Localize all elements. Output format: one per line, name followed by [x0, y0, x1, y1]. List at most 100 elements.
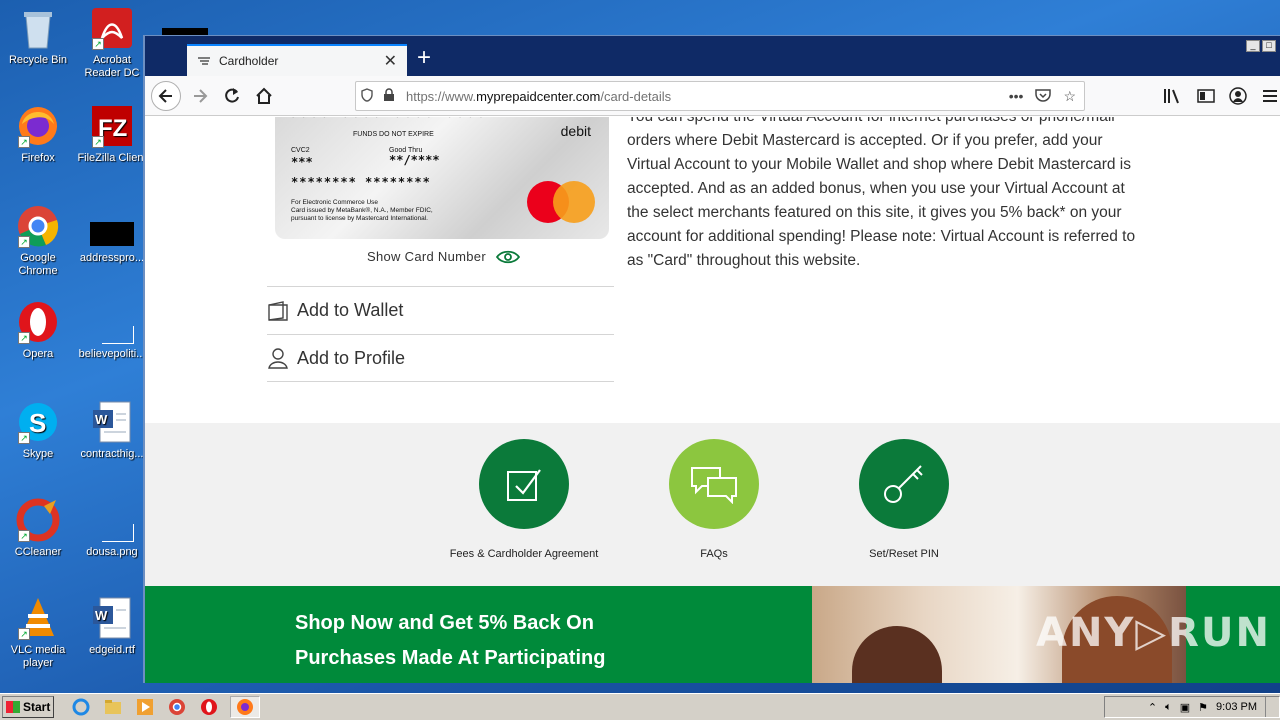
tab-title: Cardholder	[219, 54, 279, 68]
word-document-icon: W	[90, 596, 134, 640]
forward-button[interactable]	[185, 82, 215, 110]
desktop-icon-addresspro[interactable]: addresspro...	[74, 204, 150, 265]
mastercard-logo-icon	[527, 181, 597, 223]
show-desktop-button[interactable]	[1265, 697, 1271, 717]
chat-bubbles-icon	[691, 467, 737, 504]
desktop-icon-label: CCleaner	[14, 546, 62, 558]
desktop-icon-contracthig[interactable]: W contracthig...	[74, 400, 150, 461]
add-to-profile-button[interactable]: Add to Profile	[267, 334, 614, 382]
shield-icon[interactable]	[356, 87, 378, 105]
page-actions-icon[interactable]: •••	[1009, 88, 1024, 105]
desktop-icon-recycle-bin[interactable]: Recycle Bin	[0, 6, 76, 67]
taskbar: Start ⌃ 🔈︎ ▣ ⚑ 9:03 PM	[0, 693, 1280, 720]
add-to-profile-label: Add to Profile	[297, 347, 406, 368]
start-button[interactable]: Start	[2, 696, 54, 718]
set-reset-pin-link[interactable]: Set/Reset PIN	[804, 548, 1004, 560]
account-icon[interactable]	[1223, 82, 1253, 110]
desktop-icon-edgeid[interactable]: W edgeid.rtf	[74, 596, 150, 657]
faqs-link[interactable]: FAQs	[614, 548, 814, 560]
user-icon	[267, 347, 289, 369]
eye-icon	[495, 250, 520, 263]
fine-print-line: pursuant to license by Mastercard Intern…	[291, 215, 428, 222]
cvc-value: ***	[291, 155, 313, 169]
url-domain: myprepaidcenter.com	[476, 88, 601, 104]
desktop-icon-firefox[interactable]: ↗ Firefox	[0, 104, 76, 165]
desktop-icon-filezilla[interactable]: FZ ↗ FileZilla Client	[74, 104, 150, 165]
browser-window: Cardholder ✕ + _ □ https://www.myprepaid…	[143, 35, 1280, 683]
internet-explorer-icon[interactable]	[70, 696, 92, 718]
volume-icon[interactable]: 🔈︎	[1165, 701, 1172, 714]
filezilla-icon: FZ ↗	[90, 104, 134, 148]
svg-text:S: S	[29, 408, 46, 438]
maximize-button[interactable]: □	[1262, 40, 1276, 52]
close-tab-icon[interactable]: ✕	[384, 51, 397, 71]
pocket-icon[interactable]	[1035, 88, 1052, 105]
cvc-label: CVC2	[291, 147, 310, 154]
card-actions: Add to Wallet Add to Profile	[267, 286, 614, 382]
desktop-icon-acrobat[interactable]: ↗ Acrobat Reader DC	[74, 6, 150, 80]
virtual-account-description: You can spend the Virtual Account for in…	[627, 117, 1136, 269]
desktop-icon-label: dousa.png	[86, 546, 138, 558]
network-icon[interactable]: ▣	[1180, 701, 1190, 714]
desktop-icon-label: contracthig...	[80, 448, 144, 460]
desktop-icon-label: Google Chrome	[18, 252, 58, 277]
tab-strip: Cardholder ✕ + _ □	[145, 36, 1280, 76]
show-card-number-label: Show Card Number	[367, 249, 486, 264]
desktop-icon-label: Firefox	[21, 152, 55, 164]
media-player-icon[interactable]	[134, 696, 156, 718]
sidebar-icon[interactable]	[1191, 82, 1221, 110]
card-number-masked: **** **** **** ****	[289, 117, 488, 125]
vlc-icon: ↗	[16, 596, 60, 640]
desktop-icon-chrome[interactable]: ↗ Google Chrome	[0, 204, 76, 278]
back-button[interactable]	[151, 81, 181, 111]
anyrun-watermark-logo: ANY▷RUN	[1036, 610, 1271, 656]
image-file-icon	[90, 498, 134, 542]
minimize-button[interactable]: _	[1246, 40, 1260, 52]
chrome-taskbar-icon[interactable]	[166, 696, 188, 718]
tab-cardholder[interactable]: Cardholder ✕	[187, 44, 407, 76]
checkbox-icon	[507, 469, 541, 501]
window-controls: _ □	[1246, 40, 1276, 52]
desktop-icon-opera[interactable]: ↗ Opera	[0, 300, 76, 361]
fees-agreement-button[interactable]	[479, 439, 569, 529]
desktop-icon-label: edgeid.rtf	[89, 644, 135, 656]
firefox-taskbar-icon[interactable]	[230, 696, 260, 718]
show-card-number-button[interactable]: Show Card Number	[367, 249, 520, 264]
promo-line: Shop Now and Get 5% Back On	[295, 612, 594, 634]
url-path: /card-details	[600, 88, 672, 104]
add-to-wallet-button[interactable]: Add to Wallet	[267, 286, 614, 334]
reload-button[interactable]	[217, 82, 247, 110]
bookmark-star-icon[interactable]: ☆	[1063, 88, 1076, 105]
opera-taskbar-icon[interactable]	[198, 696, 220, 718]
set-reset-pin-button[interactable]	[859, 439, 949, 529]
menu-icon[interactable]	[1255, 82, 1280, 110]
url-text[interactable]: https://www.myprepaidcenter.com/card-det…	[400, 89, 1009, 104]
url-prefix: https://www.	[406, 88, 477, 104]
svg-text:W: W	[95, 608, 108, 623]
fine-print-line: Card issued by MetaBank®, N.A., Member F…	[291, 207, 433, 214]
desktop-icon-ccleaner[interactable]: ↗ CCleaner	[0, 498, 76, 559]
file-explorer-icon[interactable]	[102, 696, 124, 718]
lock-icon[interactable]	[378, 87, 400, 105]
wallet-icon	[267, 300, 289, 322]
desktop-icon-dousa[interactable]: dousa.png	[74, 498, 150, 559]
home-button[interactable]	[249, 82, 279, 110]
show-hidden-icons-icon[interactable]: ⌃	[1148, 701, 1157, 714]
faqs-button[interactable]	[669, 439, 759, 529]
address-bar[interactable]: https://www.myprepaidcenter.com/card-det…	[355, 81, 1085, 111]
library-icon[interactable]	[1157, 82, 1187, 110]
new-tab-button[interactable]: +	[417, 46, 431, 70]
desktop-icon-label: Acrobat Reader DC	[84, 54, 140, 79]
funds-text: FUNDS DO NOT EXPIRE	[353, 131, 434, 138]
desktop-icon-label: believepoliti...	[78, 348, 146, 360]
desktop-icon-vlc[interactable]: ↗ VLC media player	[0, 596, 76, 670]
promo-headline: Shop Now and Get 5% Back On Purchases Ma…	[295, 606, 605, 676]
skype-icon: S ↗	[16, 400, 60, 444]
clock[interactable]: 9:03 PM	[1216, 701, 1257, 713]
opera-icon: ↗	[16, 300, 60, 344]
fees-agreement-link[interactable]: Fees & Cardholder Agreement	[424, 548, 624, 560]
desktop-icon-believepoliti[interactable]: believepoliti...	[74, 300, 150, 361]
action-center-flag-icon[interactable]: ⚑	[1198, 701, 1208, 714]
word-document-icon: W	[90, 400, 134, 444]
desktop-icon-skype[interactable]: S ↗ Skype	[0, 400, 76, 461]
